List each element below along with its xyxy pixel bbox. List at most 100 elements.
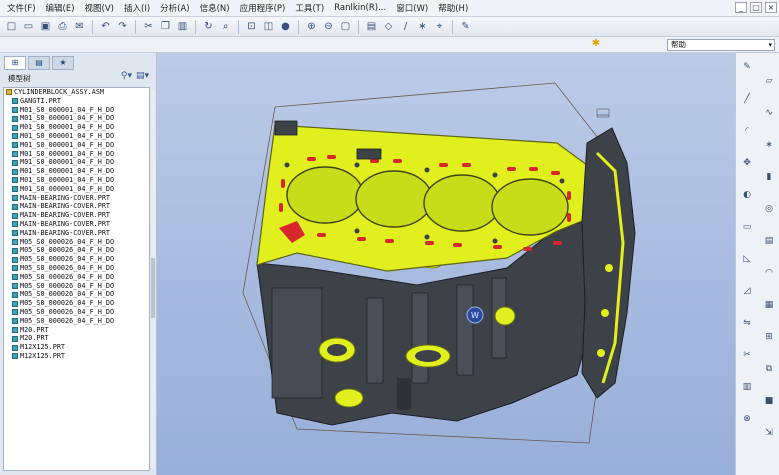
spline-icon[interactable]: ∿ (762, 107, 776, 120)
move-icon[interactable]: ✥ (740, 157, 754, 170)
tree-item[interactable]: MAIN-BEARING-COVER.PRT (4, 229, 149, 238)
minimize-button[interactable]: _ (735, 2, 747, 13)
tree-item[interactable]: MAIN-BEARING-COVER.PRT (4, 220, 149, 229)
tree-item[interactable]: M01_S0_000001_04_F_H_DO (4, 158, 149, 167)
tree-item[interactable]: M01_S0_000001_04_F_H_DO (4, 141, 149, 150)
datum-point-icon[interactable]: ∗ (415, 19, 430, 34)
menu-item[interactable]: 插入(I) (119, 2, 155, 14)
menu-item[interactable]: 编辑(E) (41, 2, 80, 14)
tree-item[interactable]: MAIN-BEARING-COVER.PRT (4, 202, 149, 211)
line-icon[interactable]: ╱ (740, 93, 754, 106)
menu-item[interactable]: 工具(T) (290, 2, 329, 14)
sketch-icon[interactable]: ✎ (740, 61, 754, 74)
menu-item[interactable]: 视图(V) (80, 2, 119, 14)
open-icon[interactable]: ▭ (21, 19, 36, 34)
tree-item[interactable]: M05_S0_000026_04_F_H_DO (4, 308, 149, 317)
chevron-down-icon[interactable]: ▾ (768, 40, 772, 50)
undo-icon[interactable]: ↶ (98, 19, 113, 34)
thicken-icon[interactable]: ▥ (740, 381, 754, 394)
extrude-icon[interactable]: ▮ (762, 171, 776, 184)
plane-icon[interactable]: ▱ (762, 75, 776, 88)
favorites-tab[interactable]: ★ (52, 56, 74, 70)
tree-item[interactable]: MAIN-BEARING-COVER.PRT (4, 194, 149, 203)
cut-icon[interactable]: ✂ (141, 19, 156, 34)
tree-item[interactable]: M05_S0_000026_04_F_H_DO (4, 238, 149, 247)
close-button[interactable]: × (765, 2, 777, 13)
shading-icon[interactable]: ● (278, 19, 293, 34)
chamfer-icon[interactable]: ◿ (740, 285, 754, 298)
tree-item[interactable]: M05_S0_000026_04_F_H_DO (4, 299, 149, 308)
zoom-out-icon[interactable]: ⊖ (321, 19, 336, 34)
copy-icon[interactable]: ❐ (158, 19, 173, 34)
tree-root-item[interactable]: CYLINDERBLOCK_ASSY.ASM (4, 88, 149, 97)
merge-icon[interactable]: ⊞ (762, 331, 776, 344)
tree-item[interactable]: M05_S0_000026_04_F_H_DO (4, 273, 149, 282)
new-icon[interactable]: □ (4, 19, 19, 34)
csys-icon[interactable]: ⌖ (432, 19, 447, 34)
fillet-icon[interactable]: ◜ (740, 125, 754, 138)
model-tree-tab[interactable]: ⊞ (4, 56, 26, 70)
tree-item[interactable]: M01_S0_000001_04_F_H_DO (4, 176, 149, 185)
tree-item[interactable]: M01_S0_000001_04_F_H_DO (4, 106, 149, 115)
paste-icon[interactable]: ▥ (175, 19, 190, 34)
project-icon[interactable]: ⇲ (762, 427, 776, 440)
restore-button[interactable]: □ (750, 2, 762, 13)
tree-item[interactable]: M12X125.PRT (4, 352, 149, 361)
tree-item[interactable]: M01_S0_000001_04_F_H_DO (4, 123, 149, 132)
tree-item[interactable]: GANGTI.PRT (4, 97, 149, 106)
offset-icon[interactable]: ⧉ (762, 363, 776, 376)
zoom-in-icon[interactable]: ⊕ (304, 19, 319, 34)
trim-icon[interactable]: ✂ (740, 349, 754, 362)
email-icon[interactable]: ✉ (72, 19, 87, 34)
tree-item[interactable]: MAIN-BEARING-COVER.PRT (4, 211, 149, 220)
tree-item[interactable]: M01_S0_000001_04_F_H_DO (4, 150, 149, 159)
tree-filter-icon[interactable]: ▤▾ (136, 71, 149, 81)
menu-item[interactable]: 信息(N) (195, 2, 235, 14)
annotation-icon[interactable]: ✎ (458, 19, 473, 34)
pattern-icon[interactable]: ▦ (762, 299, 776, 312)
find-icon[interactable]: ⌕ (218, 19, 233, 34)
point-icon[interactable]: ∗ (762, 139, 776, 152)
tree-item[interactable]: M01_S0_000001_04_F_H_DO (4, 132, 149, 141)
menu-item[interactable]: 帮助(H) (433, 2, 473, 14)
menu-item[interactable]: 文件(F) (2, 2, 41, 14)
round-icon[interactable]: ◠ (762, 267, 776, 280)
tree-item[interactable]: M05_S0_000026_04_F_H_DO (4, 246, 149, 255)
tree-item[interactable]: M05_S0_000026_04_F_H_DO (4, 255, 149, 264)
tree-item[interactable]: M01_S0_000001_04_F_H_DO (4, 185, 149, 194)
redo-icon[interactable]: ↷ (115, 19, 130, 34)
help-search-box[interactable]: 帮助 ▾ (667, 39, 775, 51)
tree-scrollbar-thumb[interactable] (151, 258, 155, 318)
tree-item[interactable]: M05_S0_000026_04_F_H_DO (4, 290, 149, 299)
lightbulb-icon[interactable]: ✱ (590, 38, 602, 51)
orient-icon[interactable]: ⊡ (244, 19, 259, 34)
regenerate-icon[interactable]: ↻ (201, 19, 216, 34)
saved-views-icon[interactable]: ◫ (261, 19, 276, 34)
tree-item[interactable]: M20.PRT (4, 334, 149, 343)
datum-axis-icon[interactable]: / (398, 19, 413, 34)
tree-item[interactable]: M05_S0_000026_04_F_H_DO (4, 317, 149, 326)
menu-item[interactable]: Ranlkin(R)... (329, 3, 391, 13)
graphics-viewport[interactable]: W (157, 53, 735, 475)
menu-item[interactable]: 应用程序(P) (235, 2, 291, 14)
solidify-icon[interactable]: ■ (762, 395, 776, 408)
intersect-icon[interactable]: ⊗ (740, 413, 754, 426)
layer-icon[interactable]: ▤ (364, 19, 379, 34)
shell-icon[interactable]: ▭ (740, 221, 754, 234)
hole-icon[interactable]: ◎ (762, 203, 776, 216)
menu-item[interactable]: 窗口(W) (391, 2, 433, 14)
print-icon[interactable]: ⎙ (55, 19, 70, 34)
tree-item[interactable]: M20.PRT (4, 326, 149, 335)
menu-item[interactable]: 分析(A) (155, 2, 194, 14)
revolve-icon[interactable]: ◐ (740, 189, 754, 202)
tree-item[interactable]: M05_S0_000026_04_F_H_DO (4, 282, 149, 291)
mirror-icon[interactable]: ⇋ (740, 317, 754, 330)
tree-item[interactable]: M01_S0_000001_04_F_H_DO (4, 167, 149, 176)
save-icon[interactable]: ▣ (38, 19, 53, 34)
refit-icon[interactable]: ▢ (338, 19, 353, 34)
tree-item[interactable]: M12X125.PRT (4, 343, 149, 352)
datum-plane-icon[interactable]: ◇ (381, 19, 396, 34)
draft-icon[interactable]: ◺ (740, 253, 754, 266)
tree-settings-icon[interactable]: ⚲▾ (121, 71, 132, 81)
rib-icon[interactable]: ▤ (762, 235, 776, 248)
